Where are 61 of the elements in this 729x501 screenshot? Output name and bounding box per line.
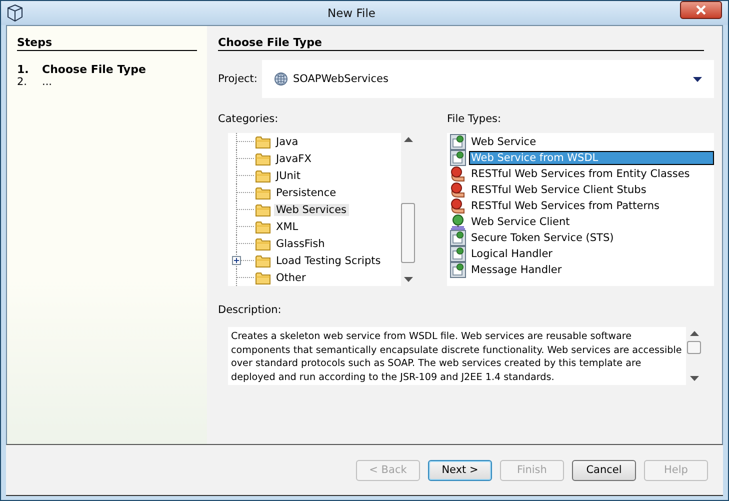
category-item[interactable]: Load Testing Scripts xyxy=(274,254,383,266)
step-label: ... xyxy=(42,76,52,89)
file-type-item[interactable]: Secure Token Service (STS) xyxy=(469,231,616,245)
file-type-item[interactable]: RESTful Web Services from Entity Classes xyxy=(469,167,692,181)
close-button[interactable] xyxy=(680,1,722,19)
scroll-up-icon xyxy=(404,137,412,142)
category-item[interactable]: Other xyxy=(274,272,308,284)
category-item[interactable]: GlassFish xyxy=(274,238,327,250)
step-number: 1. xyxy=(17,63,30,76)
folder-icon xyxy=(255,152,271,166)
scroll-thumb[interactable] xyxy=(687,341,701,354)
file-type-item[interactable]: Message Handler xyxy=(469,263,564,277)
expand-icon[interactable] xyxy=(232,256,241,265)
step-number: 2. xyxy=(17,76,28,89)
folder-icon xyxy=(255,168,271,182)
file-types-label: File Types: xyxy=(447,113,502,125)
category-item[interactable]: JUnit xyxy=(274,170,302,182)
web-service-icon xyxy=(450,150,466,166)
file-type-item[interactable]: RESTful Web Service Client Stubs xyxy=(469,183,648,197)
window-title: New File xyxy=(326,6,376,20)
web-service-icon xyxy=(450,246,466,262)
categories-label: Categories: xyxy=(218,113,280,125)
step-label: Choose File Type xyxy=(42,63,146,76)
description-text: Creates a skeleton web service from WSDL file. Web services are reusable software components that semantically encapsulate discrete functionality. Web services are accessible over standard protocols such as SOAP. The web services created by this template are deployed and run according to the JSR-109 and J2EE 1.4 standards. xyxy=(230,330,683,384)
folder-icon xyxy=(255,220,271,234)
scroll-up-icon xyxy=(690,331,698,336)
project-label: Project: xyxy=(218,73,258,85)
web-service-client-icon xyxy=(450,214,466,230)
close-icon xyxy=(696,5,706,15)
scroll-thumb[interactable] xyxy=(401,203,415,263)
caret-icon xyxy=(693,76,702,82)
category-item[interactable]: XML xyxy=(274,220,300,232)
panel-heading: Choose File Type xyxy=(218,36,704,51)
web-service-icon xyxy=(450,262,466,278)
rest-service-icon xyxy=(450,198,466,214)
web-service-icon xyxy=(450,230,466,246)
category-item[interactable]: Persistence xyxy=(274,186,338,198)
dialog-button[interactable]: Next > xyxy=(428,460,492,480)
folder-icon xyxy=(255,270,271,284)
file-type-item[interactable]: Web Service Client xyxy=(469,215,572,229)
folder-icon xyxy=(255,186,271,200)
folder-icon xyxy=(255,134,271,148)
category-item[interactable]: Web Services xyxy=(274,204,349,216)
category-item[interactable]: Java xyxy=(274,136,300,148)
folder-icon xyxy=(255,202,271,216)
project-dropdown[interactable]: SOAPWebServices xyxy=(262,60,714,98)
steps-heading: Steps xyxy=(17,36,197,51)
folder-icon xyxy=(255,236,271,250)
description-label: Description: xyxy=(218,304,282,316)
category-item[interactable]: JavaFX xyxy=(274,152,314,164)
scroll-down-icon xyxy=(690,376,698,381)
globe-icon xyxy=(274,72,288,86)
rest-service-icon xyxy=(450,182,466,198)
dialog-button[interactable]: Cancel xyxy=(572,460,636,480)
file-type-item[interactable]: Web Service xyxy=(469,135,538,149)
scroll-down-icon xyxy=(404,277,412,282)
rest-service-icon xyxy=(450,166,466,182)
cube-icon xyxy=(7,4,23,22)
file-type-item[interactable]: RESTful Web Services from Patterns xyxy=(469,199,662,213)
file-type-item[interactable]: Logical Handler xyxy=(469,247,554,261)
folder-icon xyxy=(255,254,271,268)
